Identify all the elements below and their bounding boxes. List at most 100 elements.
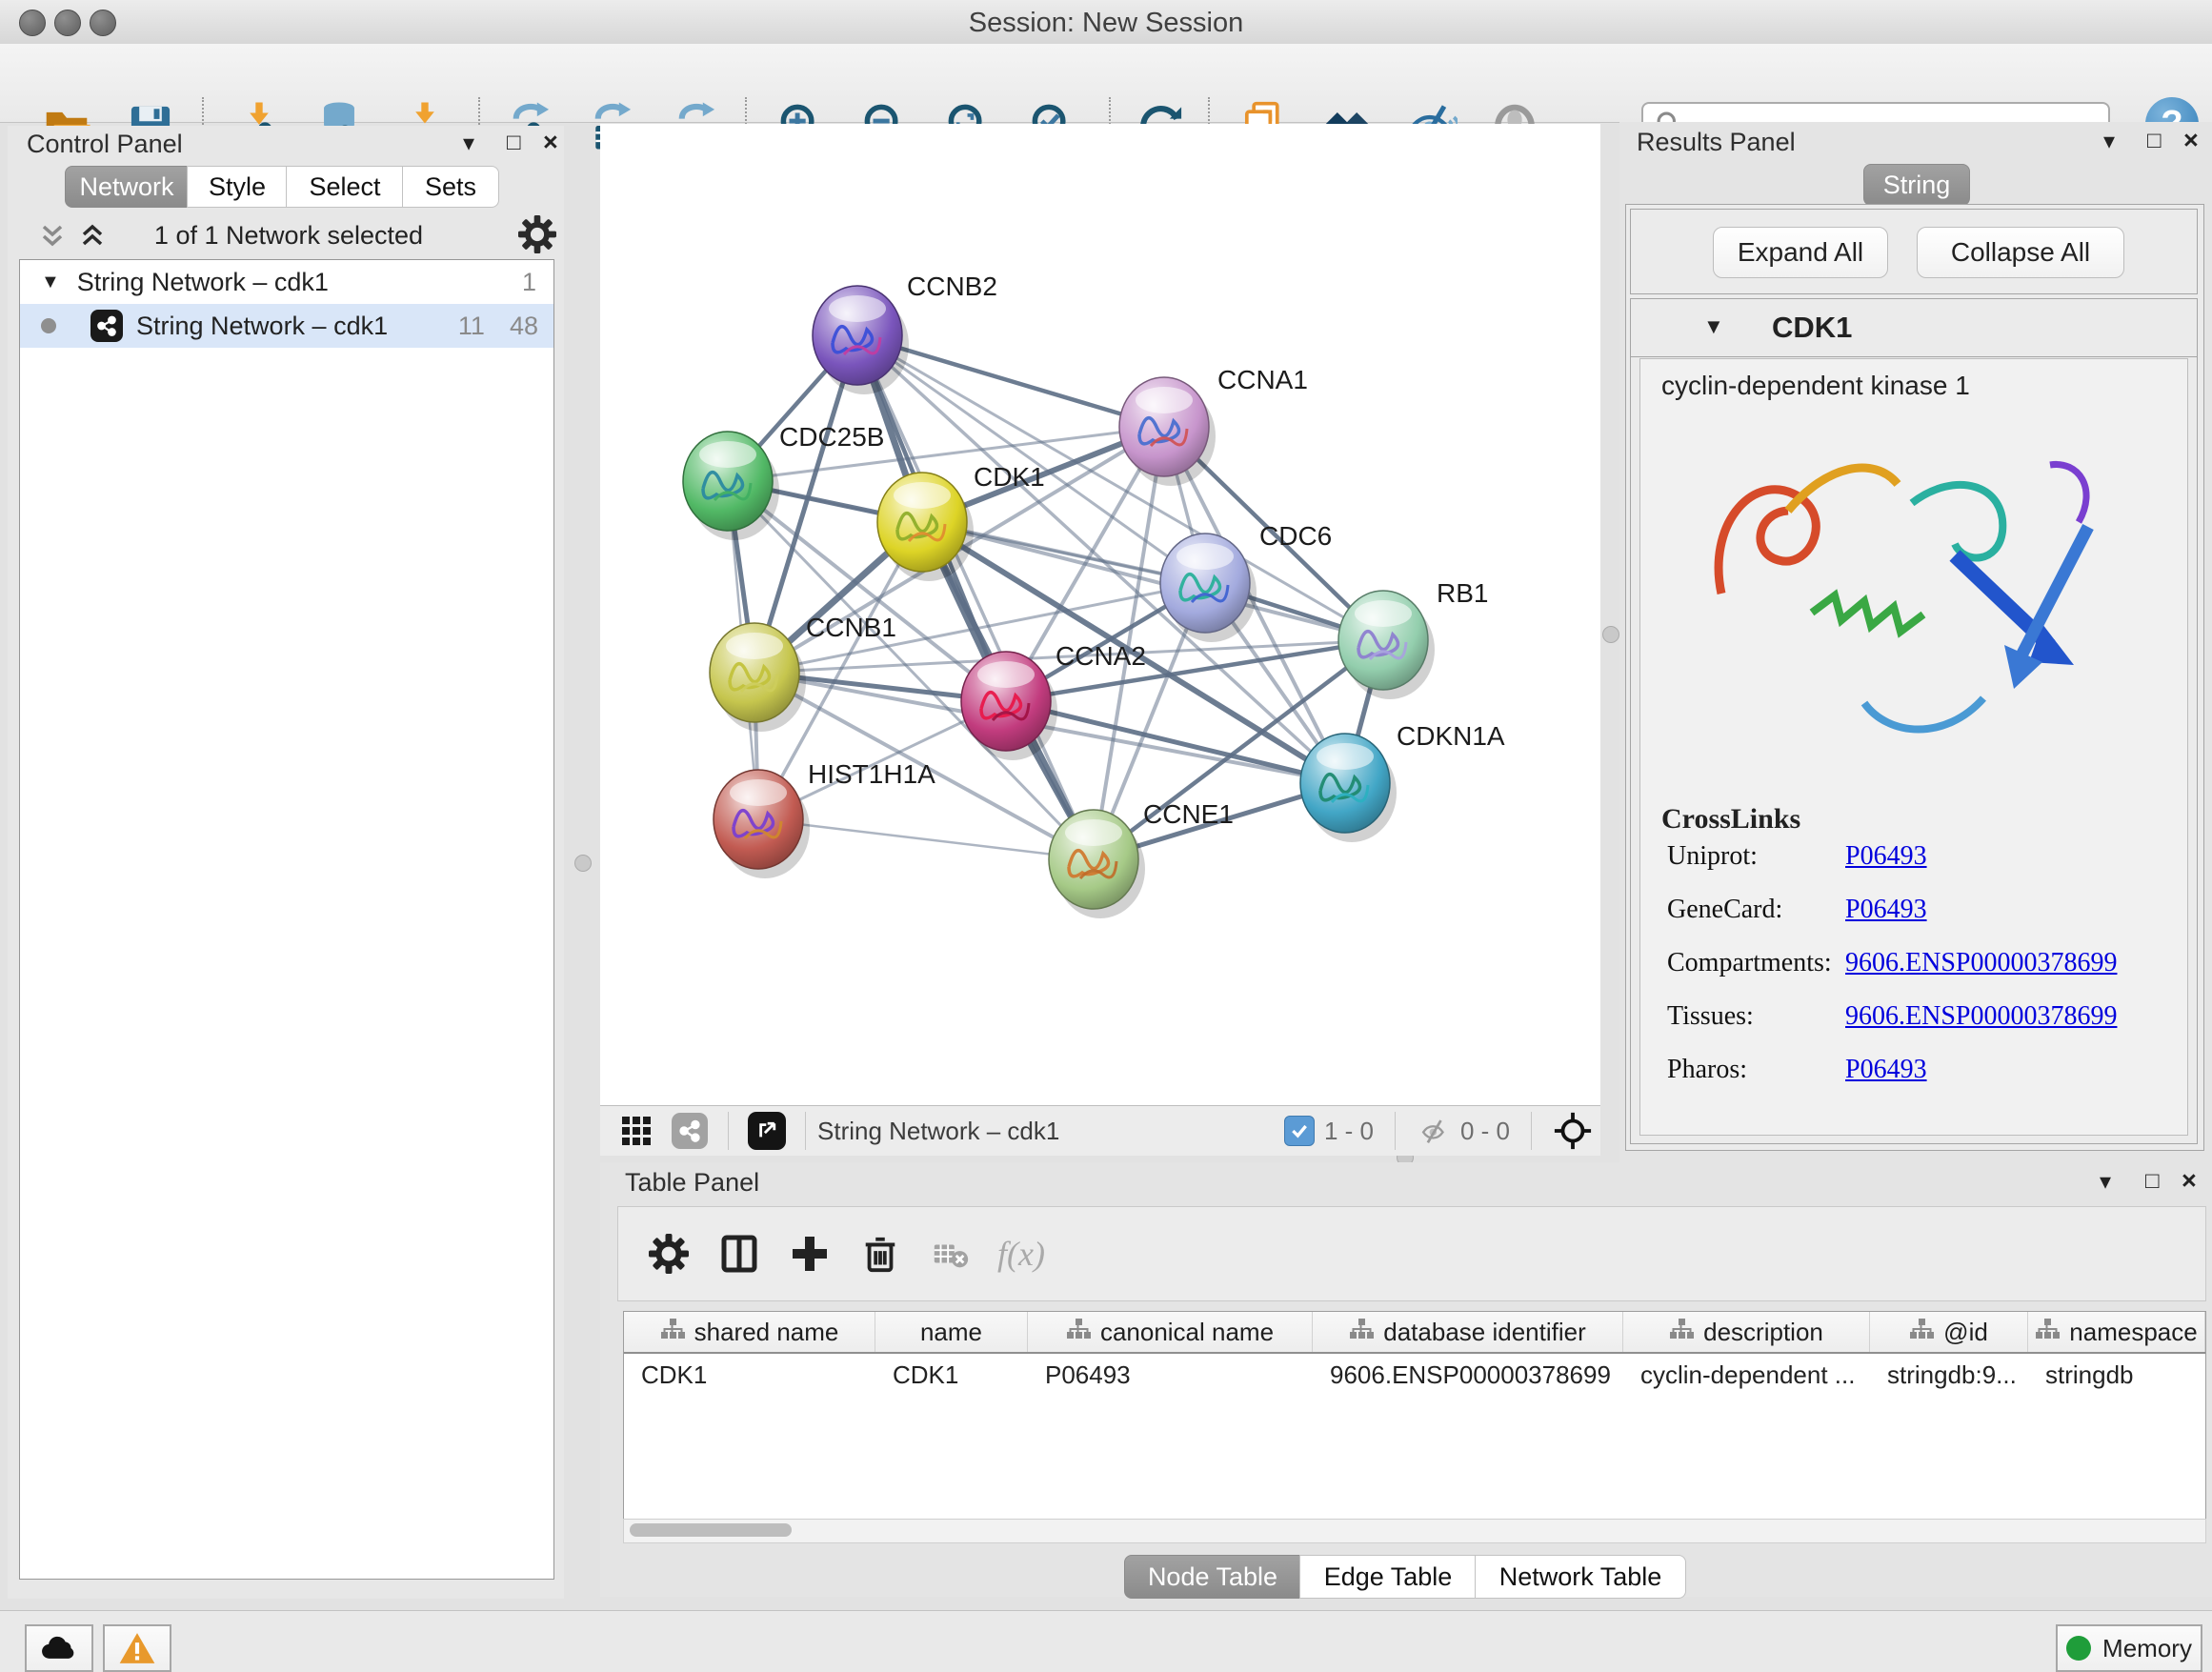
column-header-canonical-name[interactable]: canonical name bbox=[1028, 1312, 1313, 1352]
node-label-CDC25B: CDC25B bbox=[779, 422, 884, 452]
control-panel-title: Control Panel bbox=[27, 130, 183, 159]
network-view-toolbar: String Network – cdk1 1 - 0 0 - 0 bbox=[600, 1105, 1600, 1156]
grid-overview-icon[interactable] bbox=[610, 1100, 663, 1161]
crosslink-link[interactable]: 9606.ENSP00000378699 bbox=[1845, 948, 2117, 978]
column-header--id[interactable]: @id bbox=[1870, 1312, 2028, 1352]
string-style-icon[interactable] bbox=[663, 1100, 716, 1161]
column-label: database identifier bbox=[1383, 1318, 1585, 1347]
string-network-graph[interactable]: CCNB2CCNA1CDC25BCDK1CDC6RB1CCNB1CCNA2CDK… bbox=[600, 124, 1600, 1105]
window-title: Session: New Session bbox=[0, 8, 2212, 39]
node-CCNA2[interactable] bbox=[961, 652, 1057, 760]
crosslink-link[interactable]: 9606.ENSP00000378699 bbox=[1845, 1001, 2117, 1032]
shared-column-icon bbox=[1066, 1318, 1091, 1347]
column-label: @id bbox=[1943, 1318, 1988, 1347]
hidden-node-edge-count: 0 - 0 bbox=[1460, 1117, 1510, 1146]
tree-expand-icon[interactable]: ▼ bbox=[41, 272, 60, 293]
add-column-icon[interactable] bbox=[774, 1223, 845, 1284]
node-CDKN1A[interactable] bbox=[1300, 734, 1397, 842]
right-splitter-handle[interactable] bbox=[1602, 626, 1619, 643]
selected-items-checkbox-icon[interactable] bbox=[1284, 1116, 1315, 1146]
node-table-row[interactable]: CDK1CDK1P064939606.ENSP00000378699cyclin… bbox=[624, 1354, 2205, 1396]
crosslink-link[interactable]: P06493 bbox=[1845, 895, 1927, 925]
tab-network-table[interactable]: Network Table bbox=[1475, 1555, 1686, 1599]
node-label-CCNA1: CCNA1 bbox=[1217, 365, 1308, 394]
cell-description[interactable]: cyclin-dependent ... bbox=[1623, 1360, 1870, 1390]
delete-column-icon[interactable] bbox=[845, 1223, 915, 1284]
protein-details: cyclin-dependent kinase 1 CrossLinks Uni… bbox=[1639, 358, 2188, 1136]
node-RB1[interactable] bbox=[1338, 591, 1435, 699]
tab-sets[interactable]: Sets bbox=[402, 166, 499, 208]
tab-network[interactable]: Network bbox=[65, 166, 189, 208]
cell-namespace[interactable]: stringdb bbox=[2028, 1360, 2205, 1390]
collapse-all-networks-icon[interactable] bbox=[36, 219, 69, 256]
node-table-header-row: shared namenamecanonical name database id… bbox=[624, 1312, 2205, 1354]
node-label-CDKN1A: CDKN1A bbox=[1397, 721, 1505, 751]
string-results-container: Expand All Collapse All ▼ CDK1 cyclin-de… bbox=[1625, 204, 2204, 1151]
protein-name: CDK1 bbox=[1772, 311, 1852, 345]
network-options-gear-icon[interactable] bbox=[518, 215, 556, 258]
protein-description: cyclin-dependent kinase 1 bbox=[1661, 371, 1970, 401]
open-in-window-icon[interactable] bbox=[740, 1100, 794, 1161]
column-header-description[interactable]: description bbox=[1623, 1312, 1870, 1352]
column-header-namespace[interactable]: namespace bbox=[2028, 1312, 2205, 1352]
node-CCNE1[interactable] bbox=[1049, 810, 1145, 918]
tab-node-table[interactable]: Node Table bbox=[1124, 1555, 1301, 1599]
shared-column-icon bbox=[660, 1318, 685, 1347]
control-panel-maximize-icon[interactable]: □ bbox=[507, 130, 521, 156]
selected-node-edge-count: 1 - 0 bbox=[1324, 1117, 1374, 1146]
column-header-name[interactable]: name bbox=[875, 1312, 1028, 1352]
cloud-status-button[interactable] bbox=[25, 1624, 93, 1672]
warning-status-button[interactable] bbox=[103, 1624, 171, 1672]
control-panel-float-icon[interactable]: ▾ bbox=[463, 130, 474, 157]
protein-card-header[interactable]: ▼ CDK1 bbox=[1631, 299, 2197, 357]
node-CCNA1[interactable] bbox=[1119, 377, 1216, 486]
edge-count: 48 bbox=[510, 312, 538, 341]
control-panel-tabs: Network Style Select Sets bbox=[65, 166, 513, 206]
results-panel-maximize-icon[interactable]: □ bbox=[2147, 128, 2162, 154]
table-horizontal-scrollbar[interactable] bbox=[623, 1519, 2206, 1543]
table-panel-close-icon[interactable]: × bbox=[2182, 1166, 2197, 1196]
node-HIST1H1A[interactable] bbox=[714, 770, 810, 878]
node-label-CDK1: CDK1 bbox=[974, 462, 1045, 492]
cell-name[interactable]: CDK1 bbox=[875, 1360, 1028, 1390]
main-toolbar: ? bbox=[0, 44, 2212, 123]
expand-all-button[interactable]: Expand All bbox=[1713, 227, 1888, 278]
birds-eye-toggle-icon[interactable] bbox=[1553, 1111, 1593, 1151]
node-CDK1[interactable] bbox=[877, 473, 974, 581]
column-header-shared-name[interactable]: shared name bbox=[624, 1312, 875, 1352]
cell-canonical-name[interactable]: P06493 bbox=[1028, 1360, 1313, 1390]
network-collection-row[interactable]: ▼ String Network – cdk1 1 bbox=[20, 260, 553, 304]
expand-all-networks-icon[interactable] bbox=[76, 219, 109, 256]
cell--id[interactable]: stringdb:9... bbox=[1870, 1360, 2028, 1390]
table-panel-maximize-icon[interactable]: □ bbox=[2145, 1168, 2160, 1195]
cell-shared-name[interactable]: CDK1 bbox=[624, 1360, 875, 1390]
hidden-items-eye-icon[interactable] bbox=[1417, 1117, 1451, 1145]
network-view-canvas[interactable]: CCNB2CCNA1CDC25BCDK1CDC6RB1CCNB1CCNA2CDK… bbox=[600, 124, 1600, 1105]
node-CCNB2[interactable] bbox=[813, 286, 909, 394]
results-panel-float-icon[interactable]: ▾ bbox=[2103, 128, 2115, 155]
network-label: String Network – cdk1 bbox=[136, 312, 388, 341]
left-splitter-handle[interactable] bbox=[574, 855, 592, 872]
title-bar: Session: New Session bbox=[0, 0, 2212, 45]
scrollbar-thumb[interactable] bbox=[630, 1523, 792, 1537]
table-panel: Table Panel ▾ □ × f(x) shared namenameca… bbox=[600, 1162, 2212, 1597]
control-panel-close-icon[interactable]: × bbox=[543, 128, 558, 157]
crosslink-link[interactable]: P06493 bbox=[1845, 1055, 1927, 1085]
node-CDC25B[interactable] bbox=[683, 432, 779, 540]
crosslink-link[interactable]: P06493 bbox=[1845, 841, 1927, 872]
collection-count: 1 bbox=[522, 268, 536, 297]
tab-select[interactable]: Select bbox=[286, 166, 404, 208]
memory-button[interactable]: Memory bbox=[2056, 1624, 2202, 1672]
tab-string[interactable]: String bbox=[1863, 164, 1970, 206]
show-columns-icon[interactable] bbox=[704, 1223, 774, 1284]
results-panel-close-icon[interactable]: × bbox=[2183, 126, 2199, 155]
network-row[interactable]: String Network – cdk1 11 48 bbox=[20, 304, 553, 348]
tab-edge-table[interactable]: Edge Table bbox=[1299, 1555, 1477, 1599]
table-panel-float-icon[interactable]: ▾ bbox=[2100, 1168, 2111, 1196]
column-header-database-identifier[interactable]: database identifier bbox=[1313, 1312, 1623, 1352]
cell-database-identifier[interactable]: 9606.ENSP00000378699 bbox=[1313, 1360, 1623, 1390]
tab-style[interactable]: Style bbox=[187, 166, 288, 208]
collapse-section-icon[interactable]: ▼ bbox=[1703, 314, 1724, 339]
collapse-all-button[interactable]: Collapse All bbox=[1917, 227, 2124, 278]
table-options-gear-icon[interactable] bbox=[633, 1223, 704, 1284]
